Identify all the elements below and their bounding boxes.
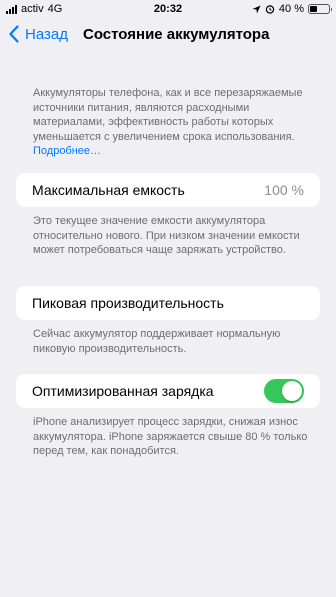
optimized-charging-row: Оптимизированная зарядка (16, 374, 320, 408)
status-right: 40 % (252, 3, 332, 15)
page-title: Состояние аккумулятора (83, 26, 270, 43)
chevron-left-icon (9, 25, 19, 43)
back-button-label: Назад (25, 25, 68, 43)
max-capacity-footnote: Это текущее значение емкости аккумулятор… (33, 215, 300, 256)
alarm-icon (265, 5, 275, 14)
intro-description: Аккумуляторы телефона, как и все перезар… (33, 87, 303, 143)
toggle-knob (282, 381, 302, 401)
intro-text: Аккумуляторы телефона, как и все перезар… (33, 86, 318, 159)
max-capacity-label: Максимальная емкость (32, 182, 185, 198)
battery-icon (308, 4, 332, 14)
location-icon (252, 4, 261, 14)
navigation-bar: Назад Состояние аккумулятора (0, 20, 336, 50)
learn-more-link[interactable]: Подробнее… (33, 145, 101, 157)
status-bar: activ 4G 20:32 40 % (0, 0, 336, 20)
optimized-charging-label: Оптимизированная зарядка (32, 383, 214, 399)
peak-performance-footnote: Сейчас аккумулятор поддерживает нормальн… (33, 328, 281, 355)
back-button[interactable]: Назад (9, 25, 68, 43)
max-capacity-row: Максимальная емкость 100 % (16, 173, 320, 207)
optimized-charging-toggle[interactable] (264, 379, 304, 403)
optimized-charging-footnote: iPhone анализирует процесс зарядки, сниж… (33, 416, 308, 457)
peak-performance-row: Пиковая производительность (16, 286, 320, 320)
battery-percent: 40 % (278, 3, 304, 15)
peak-performance-label: Пиковая производительность (32, 295, 224, 311)
max-capacity-value: 100 % (264, 182, 304, 198)
